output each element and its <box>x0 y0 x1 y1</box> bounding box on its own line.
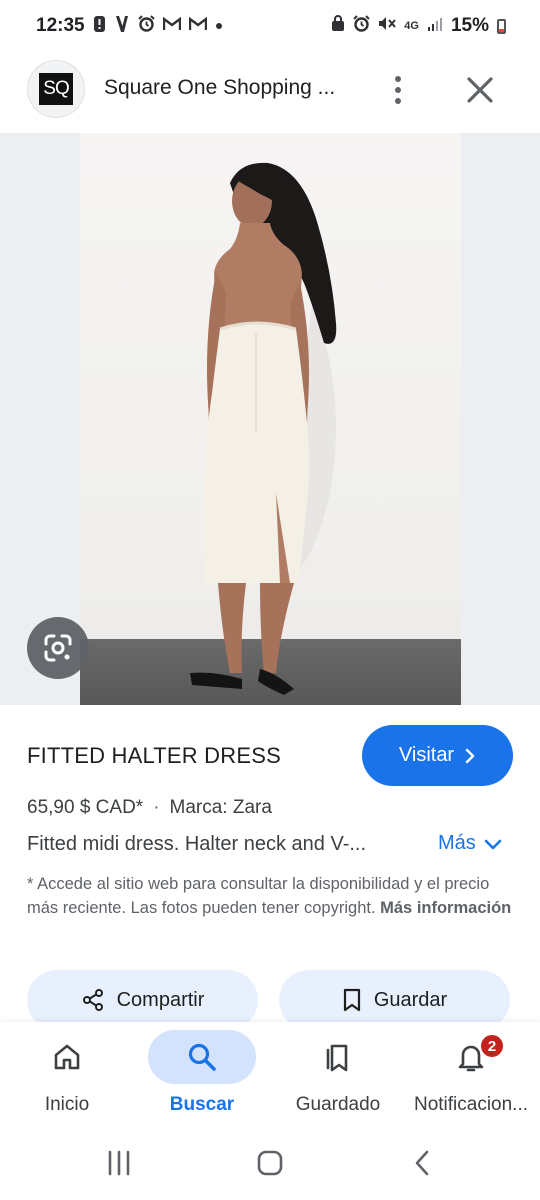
more-vert-icon-dot <box>395 87 401 93</box>
alarm-icon <box>353 15 370 37</box>
dot-icon <box>215 17 223 35</box>
home-button-icon <box>257 1150 283 1176</box>
back-icon <box>415 1150 429 1176</box>
visit-button-label: Visitar <box>398 744 455 766</box>
site-logo[interactable]: SQ <box>27 60 85 118</box>
nav-item-guardado[interactable]: Guardado <box>284 1022 392 1130</box>
home-system-button[interactable] <box>250 1146 290 1180</box>
close-icon <box>467 77 493 103</box>
gmail-icon <box>188 16 207 36</box>
site-title[interactable]: Square One Shopping ... <box>104 76 335 100</box>
network-label: 4G <box>404 20 419 32</box>
nav-label-inicio: Inicio <box>44 1094 90 1115</box>
chevron-right-icon <box>465 748 475 763</box>
google-lens-button[interactable] <box>27 617 89 679</box>
nav-item-notificaciones[interactable]: 2 Notificacion... <box>404 1022 538 1130</box>
more-info-link[interactable]: Más información <box>380 899 511 917</box>
nav-label-notificaciones: Notificacion... <box>413 1094 529 1115</box>
mute-icon <box>378 15 397 37</box>
status-time: 12:35 <box>36 15 85 36</box>
bottom-navigation: Inicio Buscar Guardado 2 Notificacion... <box>0 1022 540 1130</box>
system-navigation-bar <box>0 1130 540 1200</box>
lens-icon <box>44 634 72 662</box>
v-icon <box>114 15 130 38</box>
product-brand: Marca: Zara <box>169 797 272 818</box>
more-vert-icon-dot <box>395 98 401 104</box>
recent-apps-icon <box>108 1150 130 1176</box>
battery-icon <box>497 18 506 34</box>
back-button[interactable] <box>402 1146 442 1180</box>
dress-model-illustration <box>190 162 337 695</box>
more-description-button[interactable]: Más <box>438 832 502 855</box>
close-button[interactable] <box>462 72 498 108</box>
status-left: 12:35 <box>36 15 223 38</box>
alarm-icon <box>137 15 155 37</box>
disclaimer-text: * Accede al sitio web para consultar la … <box>27 872 513 920</box>
product-title: FITTED HALTER DRESS <box>27 743 281 768</box>
status-right: 4G 15% <box>331 15 506 37</box>
more-vert-icon-dot <box>395 76 401 82</box>
save-button[interactable]: Guardar <box>279 970 510 1030</box>
share-icon <box>82 989 103 1011</box>
status-bar: 12:35 4G 15% <box>0 0 540 52</box>
site-logo-text: SQ <box>39 73 73 105</box>
gmail-icon <box>162 16 181 36</box>
home-icon <box>54 1044 80 1070</box>
lock-icon <box>331 15 345 37</box>
product-image-area <box>0 133 540 705</box>
product-image[interactable] <box>80 133 461 705</box>
nav-item-inicio[interactable]: Inicio <box>13 1022 121 1130</box>
share-label: Compartir <box>116 988 205 1011</box>
save-label: Guardar <box>373 988 448 1011</box>
more-options-button[interactable] <box>384 70 412 110</box>
product-price: 65,90 $ CAD* <box>27 797 144 818</box>
nav-icon-wrap <box>13 1030 121 1084</box>
chevron-down-icon <box>484 839 502 849</box>
separator-dot: · <box>153 797 160 818</box>
nav-label-guardado: Guardado <box>295 1094 381 1115</box>
recent-apps-button[interactable] <box>99 1146 139 1180</box>
bookmarks-icon <box>326 1044 348 1072</box>
source-header: SQ Square One Shopping ... <box>0 58 540 122</box>
nav-item-buscar[interactable]: Buscar <box>148 1022 256 1130</box>
price-brand-row: 65,90 $ CAD* · Marca: Zara <box>27 797 272 819</box>
visit-button[interactable]: Visitar <box>362 725 513 786</box>
more-label: Más <box>438 832 476 854</box>
search-icon <box>188 1043 216 1071</box>
alert-icon <box>93 15 106 38</box>
nav-icon-wrap <box>148 1030 256 1084</box>
notification-badge: 2 <box>479 1033 505 1059</box>
nav-icon-wrap <box>284 1030 392 1084</box>
nav-icon-wrap: 2 <box>417 1030 525 1084</box>
bookmark-icon <box>343 988 360 1012</box>
nav-label-buscar: Buscar <box>169 1094 235 1115</box>
signal-icon <box>427 16 443 37</box>
battery-percent: 15% <box>450 15 489 36</box>
share-button[interactable]: Compartir <box>27 970 258 1030</box>
product-description: Fitted midi dress. Halter neck and V-... <box>27 833 367 855</box>
